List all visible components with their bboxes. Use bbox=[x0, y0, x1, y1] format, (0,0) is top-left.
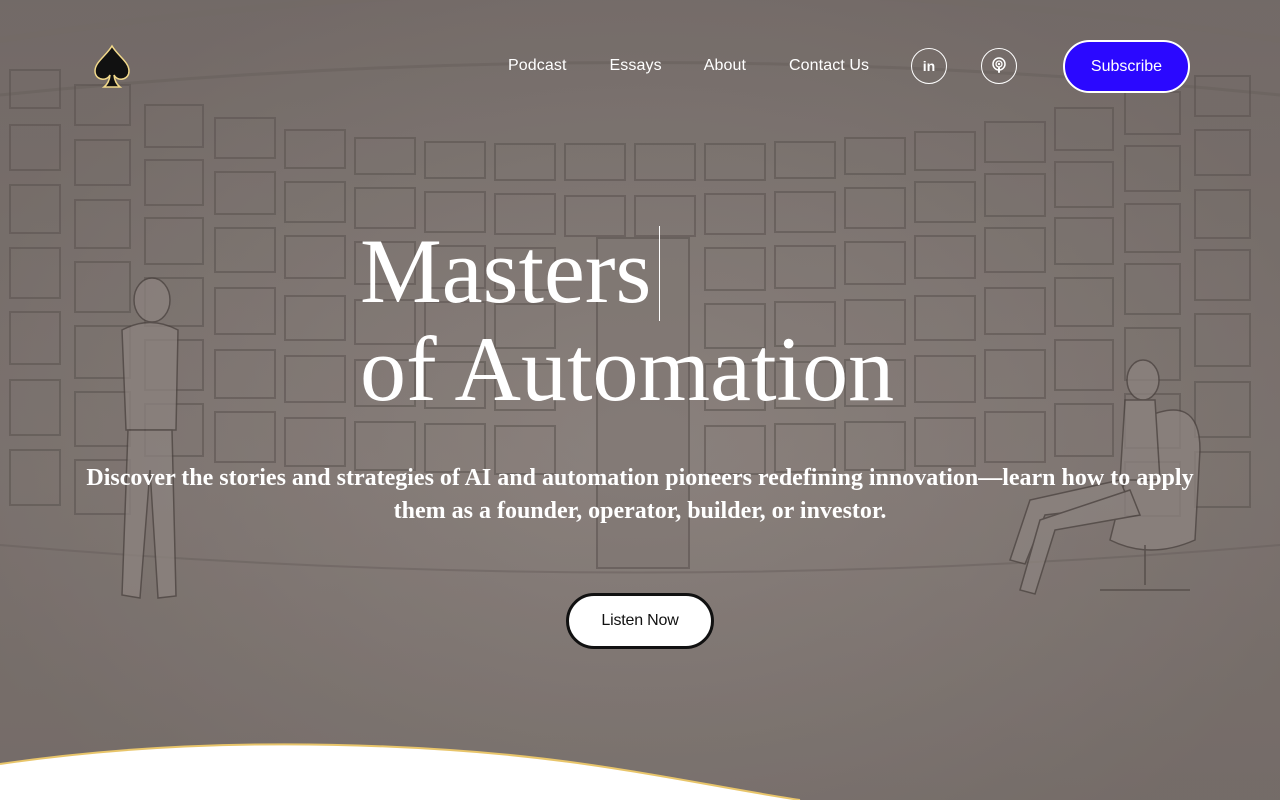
main-nav: Podcast Essays About Contact Us bbox=[508, 56, 869, 76]
podcast-button[interactable] bbox=[981, 48, 1017, 84]
linkedin-button[interactable]: in bbox=[911, 48, 947, 84]
hero-title-line2: of Automation bbox=[360, 318, 895, 420]
nav-contact-us[interactable]: Contact Us bbox=[789, 56, 869, 76]
bottom-wave-divider bbox=[0, 743, 1280, 800]
nav-about[interactable]: About bbox=[704, 56, 746, 76]
site-header: Podcast Essays About Contact Us in Subsc… bbox=[0, 0, 1280, 130]
page: Podcast Essays About Contact Us in Subsc… bbox=[0, 0, 1280, 800]
linkedin-icon: in bbox=[922, 58, 936, 74]
nav-podcast[interactable]: Podcast bbox=[508, 56, 567, 76]
hero-subtitle: Discover the stories and strategies of A… bbox=[86, 465, 1194, 524]
typing-caret bbox=[659, 226, 660, 321]
podcast-icon bbox=[992, 57, 1006, 73]
hero-title: Masters of Automation bbox=[360, 222, 894, 418]
spade-icon[interactable] bbox=[92, 44, 132, 90]
subscribe-button[interactable]: Subscribe bbox=[1063, 40, 1190, 93]
nav-essays[interactable]: Essays bbox=[610, 56, 662, 76]
hero-title-line1: Masters bbox=[360, 220, 652, 322]
listen-now-button[interactable]: Listen Now bbox=[566, 593, 714, 649]
